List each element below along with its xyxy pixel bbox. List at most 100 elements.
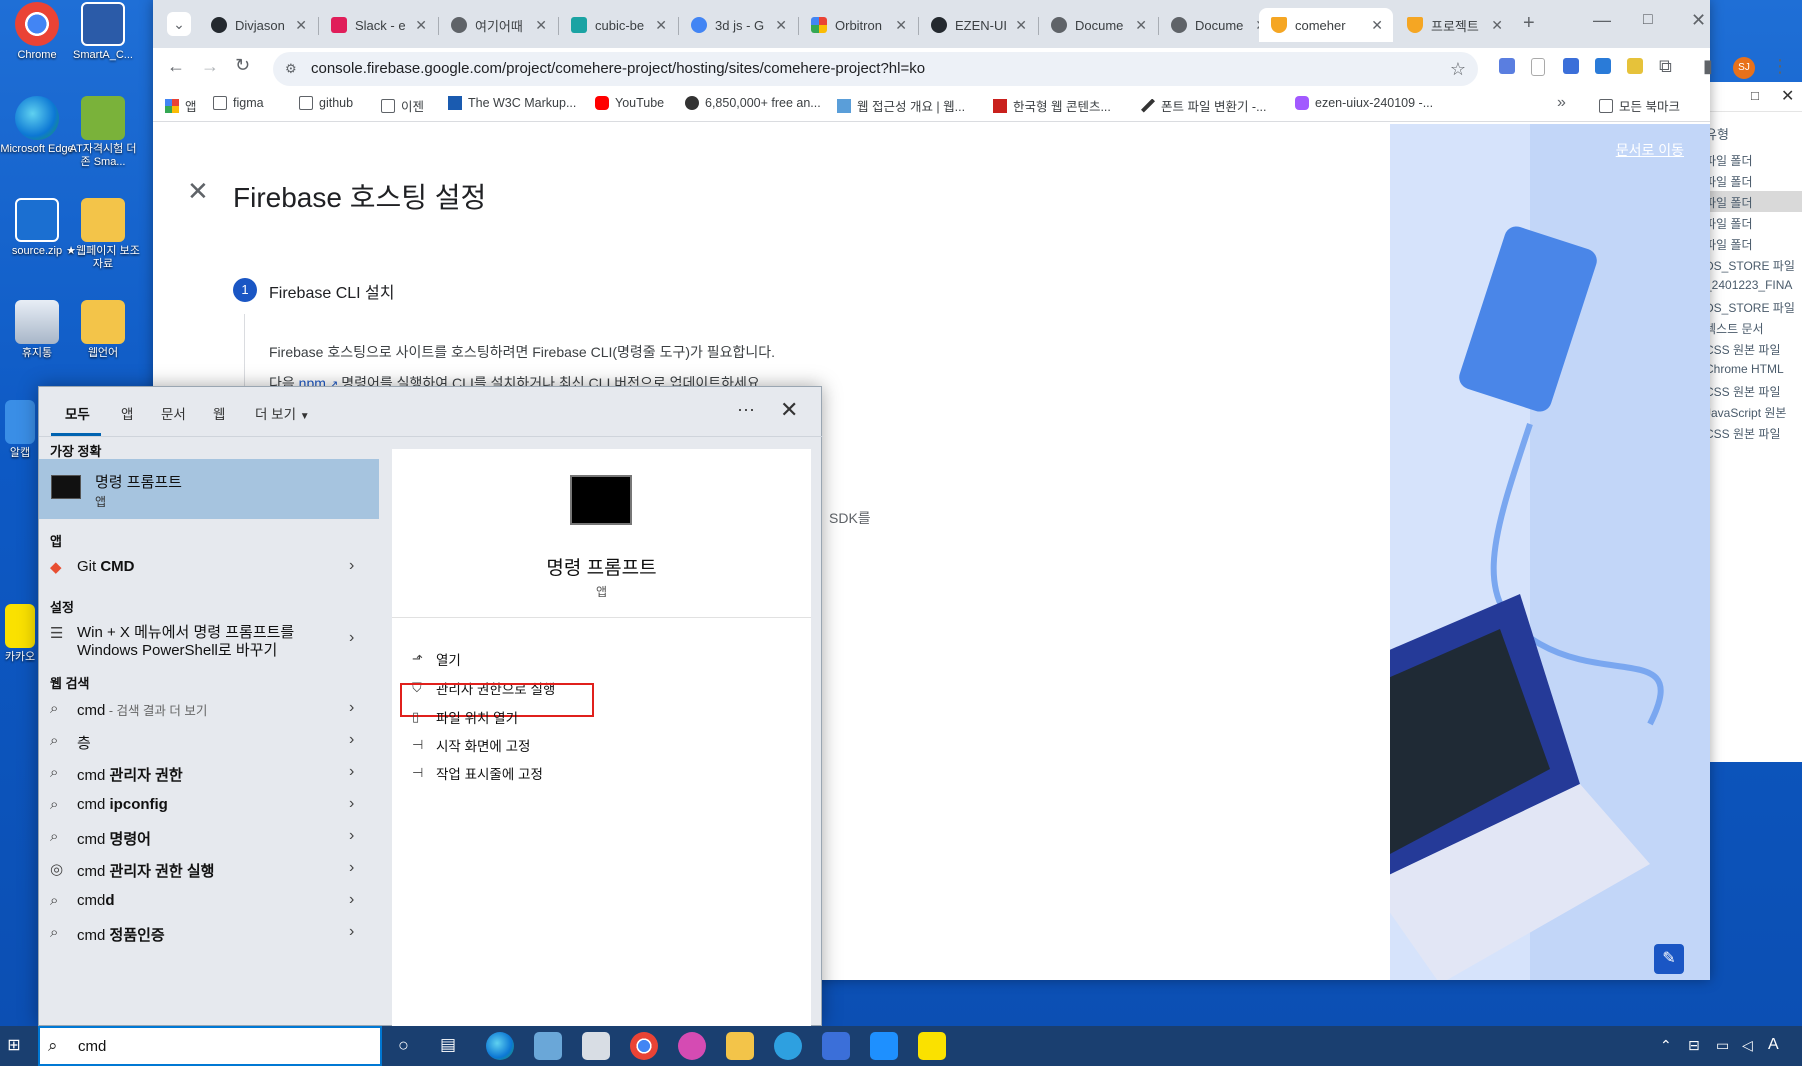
bookmark-youtube[interactable]: YouTube bbox=[595, 96, 664, 110]
more-options-icon[interactable]: ··· bbox=[737, 399, 755, 420]
forward-icon[interactable]: → bbox=[201, 56, 219, 77]
desktop-icon-smarta[interactable]: SmartA_C... bbox=[66, 2, 140, 62]
chrome-icon[interactable] bbox=[630, 1032, 658, 1060]
bookmark-free-icons[interactable]: 6,850,000+ free an... bbox=[685, 96, 821, 110]
file-explorer-icon[interactable] bbox=[726, 1032, 754, 1060]
restore-icon[interactable]: □ bbox=[1643, 11, 1653, 29]
desktop-icon-at-exam[interactable]: AT자격시험 더존 Sma... bbox=[66, 96, 140, 169]
profile-avatar[interactable]: SJ bbox=[1733, 57, 1755, 79]
close-window-icon[interactable]: ✕ bbox=[1691, 10, 1706, 31]
mail-icon[interactable] bbox=[582, 1032, 610, 1060]
new-tab-icon[interactable]: + bbox=[1523, 12, 1535, 35]
extensions-puzzle-icon[interactable]: ⧉ bbox=[1659, 56, 1672, 77]
web-result[interactable]: ⌕ cmd 관리자 권한 › bbox=[39, 757, 379, 789]
chevron-up-icon[interactable]: ⌃ bbox=[1660, 1037, 1672, 1054]
tab-slack[interactable]: Slack - e ✕ bbox=[319, 8, 437, 42]
chevron-right-icon[interactable]: › bbox=[349, 891, 354, 909]
close-icon[interactable]: ✕ bbox=[1491, 17, 1503, 34]
best-match-result[interactable]: 명령 프롬프트 앱 bbox=[39, 459, 379, 519]
close-icon[interactable]: ✕ bbox=[415, 17, 427, 34]
close-icon[interactable]: ✕ bbox=[655, 17, 667, 34]
result-setting-powershell[interactable]: ☰ Win + X 메뉴에서 명령 프롬프트를 Windows PowerShel… bbox=[39, 617, 379, 661]
bookmark-kwcag[interactable]: 한국형 웹 콘텐츠... bbox=[993, 96, 1111, 115]
search-input[interactable]: cmd bbox=[78, 1038, 106, 1055]
cortana-icon[interactable]: ○ bbox=[398, 1035, 409, 1056]
tab-yeogi[interactable]: 여기어때 ✕ bbox=[439, 8, 557, 42]
tab-all[interactable]: 모두 bbox=[65, 403, 90, 423]
web-result[interactable]: ⌕ 층 › bbox=[39, 725, 379, 757]
desktop-icon-chrome[interactable]: Chrome bbox=[0, 2, 74, 62]
tab-cubic-bezier[interactable]: cubic-be ✕ bbox=[559, 8, 677, 42]
bookmark-all[interactable]: 모든 북마크 bbox=[1599, 96, 1680, 115]
tab-google-3djs[interactable]: 3d js - G ✕ bbox=[679, 8, 797, 42]
bookmark-ezen-uiux[interactable]: ezen-uiux-240109 -... bbox=[1295, 96, 1433, 110]
bookmark-figma[interactable]: figma bbox=[213, 96, 264, 110]
chevron-right-icon[interactable]: › bbox=[349, 731, 354, 749]
chevron-right-icon[interactable]: › bbox=[349, 699, 354, 717]
close-icon[interactable]: ✕ bbox=[1015, 17, 1027, 34]
desktop-icon-source-zip[interactable]: source.zip bbox=[0, 198, 74, 258]
maximize-icon[interactable]: □ bbox=[1751, 88, 1759, 103]
chevron-right-icon[interactable]: › bbox=[349, 763, 354, 781]
extension-icon[interactable] bbox=[1563, 58, 1579, 74]
bookmark-github[interactable]: github bbox=[299, 96, 353, 110]
network-app-icon[interactable] bbox=[822, 1032, 850, 1060]
extension-icon[interactable] bbox=[1499, 58, 1515, 74]
chevron-right-icon[interactable]: › bbox=[349, 557, 354, 575]
desktop-icon-recycle-bin[interactable]: 휴지통 bbox=[0, 300, 74, 360]
windows-start-icon[interactable]: ⊞ bbox=[0, 1026, 28, 1066]
desktop-icon-alcapture[interactable]: 알캡 bbox=[0, 400, 40, 460]
tab-apps[interactable]: 앱 bbox=[121, 403, 133, 423]
tab-comehere-active[interactable]: comeher ✕ bbox=[1259, 8, 1393, 42]
close-icon[interactable]: ✕ bbox=[187, 176, 209, 207]
action-open-file-location[interactable]: ▯ 파일 위치 열기 bbox=[412, 707, 518, 727]
desktop-icon-kakao[interactable]: 카카오 bbox=[0, 604, 40, 664]
desktop-icon-web-materials[interactable]: ★웹페이지 보조자료 bbox=[66, 198, 140, 271]
edge-icon[interactable] bbox=[486, 1032, 514, 1060]
more-bookmarks-chevron-icon[interactable]: » bbox=[1557, 94, 1566, 112]
battery-icon[interactable]: ▭ bbox=[1716, 1037, 1729, 1054]
action-pin-to-start[interactable]: ⊣ 시작 화면에 고정 bbox=[412, 735, 530, 755]
address-bar[interactable]: ⚙ console.firebase.google.com/project/co… bbox=[273, 52, 1478, 86]
bookmark-font-converter[interactable]: 폰트 파일 변환기 -... bbox=[1141, 96, 1267, 115]
input-method-indicator[interactable]: A bbox=[1768, 1036, 1779, 1054]
kakaotalk-icon[interactable] bbox=[918, 1032, 946, 1060]
chevron-right-icon[interactable]: › bbox=[349, 859, 354, 877]
close-icon[interactable]: ✕ bbox=[295, 17, 307, 34]
bookmark-w3c[interactable]: The W3C Markup... bbox=[448, 96, 576, 110]
extension-icon[interactable] bbox=[1627, 58, 1643, 74]
web-result[interactable]: ⌕ cmd 명령어 › bbox=[39, 821, 379, 853]
tab-project[interactable]: 프로젝트 ✕ bbox=[1395, 8, 1513, 42]
vscode-icon[interactable] bbox=[870, 1032, 898, 1060]
tab-more[interactable]: 더 보기 ▼ bbox=[255, 403, 310, 423]
capture-app-icon[interactable] bbox=[678, 1032, 706, 1060]
back-icon[interactable]: ← bbox=[167, 56, 185, 77]
close-icon[interactable]: ✕ bbox=[535, 17, 547, 34]
tab-divjason[interactable]: Divjason ✕ bbox=[199, 8, 317, 42]
bookmark-star-icon[interactable]: ☆ bbox=[1450, 52, 1466, 86]
menu-dots-icon[interactable]: ⋮ bbox=[1771, 56, 1789, 77]
bookmark-ezen[interactable]: 이젠 bbox=[381, 96, 424, 115]
taskbar-search-box[interactable]: ⌕ cmd bbox=[38, 1026, 382, 1066]
tab-web[interactable]: 웹 bbox=[213, 403, 225, 423]
chevron-right-icon[interactable]: › bbox=[349, 827, 354, 845]
web-result[interactable]: ⌕ cmd ipconfig › bbox=[39, 789, 379, 821]
bookmark-apps[interactable]: 앱 bbox=[165, 96, 197, 115]
extension-icon[interactable] bbox=[1531, 58, 1545, 76]
tab-orbitron[interactable]: Orbitron ✕ bbox=[799, 8, 917, 42]
reload-icon[interactable]: ↻ bbox=[235, 55, 250, 76]
web-result[interactable]: ⌕ cmd 정품인증 › bbox=[39, 917, 379, 949]
tab-ezen-ui[interactable]: EZEN-UI ✕ bbox=[919, 8, 1037, 42]
notepad-icon[interactable] bbox=[534, 1032, 562, 1060]
extension-icon[interactable] bbox=[1595, 58, 1611, 74]
close-icon[interactable]: ✕ bbox=[895, 17, 907, 34]
tab-search-icon[interactable]: ⌄ bbox=[167, 12, 191, 36]
chevron-right-icon[interactable]: › bbox=[349, 629, 354, 647]
chevron-right-icon[interactable]: › bbox=[349, 795, 354, 813]
close-icon[interactable]: ✕ bbox=[1781, 86, 1794, 106]
network-icon[interactable]: ⊟ bbox=[1688, 1037, 1700, 1054]
close-icon[interactable]: ✕ bbox=[780, 397, 798, 423]
task-view-icon[interactable]: ▤ bbox=[440, 1035, 456, 1055]
desktop-icon-web-language[interactable]: 웹언어 bbox=[66, 300, 140, 360]
action-open[interactable]: ⬏ 열기 bbox=[412, 649, 461, 669]
